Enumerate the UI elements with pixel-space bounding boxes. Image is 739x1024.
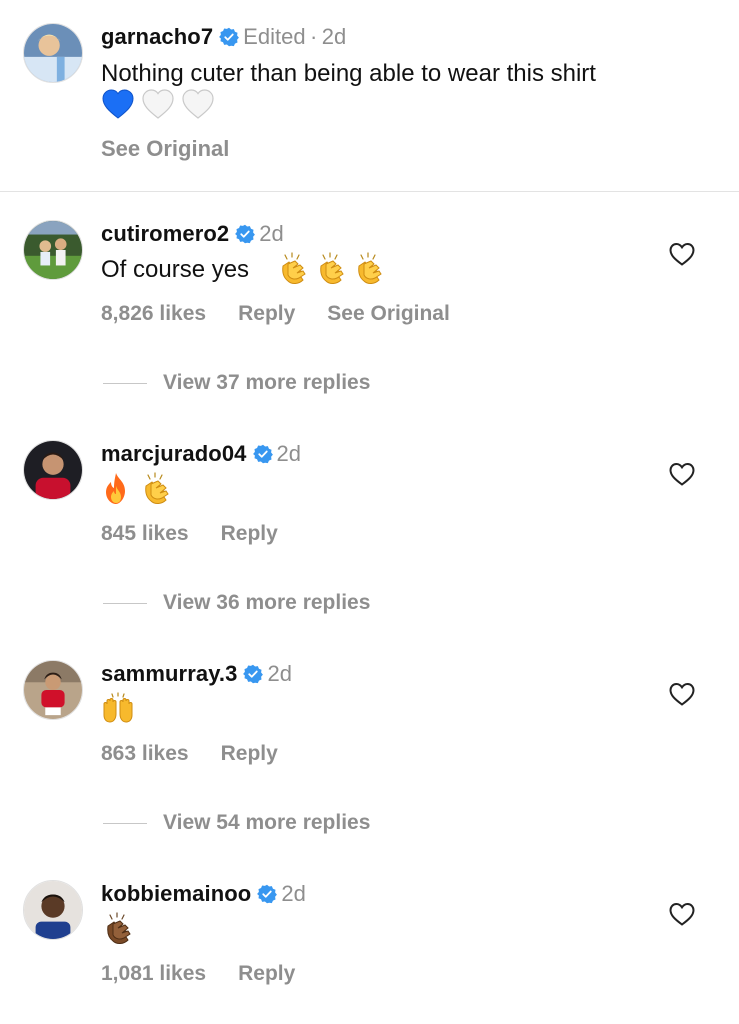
- comment-header: marcjurado04 2d: [101, 441, 301, 467]
- clapping-hands-dark-icon: [101, 912, 135, 946]
- post-caption: garnacho7 Edited · 2d Nothing cuter than …: [0, 0, 739, 192]
- likes-count[interactable]: 8,826 likes: [101, 302, 206, 326]
- separator: ·: [310, 24, 318, 49]
- reply-button[interactable]: Reply: [238, 302, 295, 326]
- comment-actions: 8,826 likes Reply See Original: [101, 302, 450, 326]
- white-heart-icon: [141, 88, 175, 120]
- see-original-button[interactable]: See Original: [327, 302, 450, 326]
- clapping-hands-icon: [314, 252, 348, 286]
- reply-button[interactable]: Reply: [221, 522, 278, 546]
- like-heart-icon[interactable]: [669, 682, 695, 706]
- comment-actions: 863 likes Reply: [101, 742, 278, 766]
- comment-emojis: [101, 472, 173, 506]
- view-replies-button[interactable]: View 36 more replies: [103, 591, 370, 615]
- username[interactable]: garnacho7: [101, 24, 213, 49]
- reply-button[interactable]: Reply: [221, 742, 278, 766]
- avatar-kobbiemainoo[interactable]: [23, 880, 83, 940]
- likes-count[interactable]: 863 likes: [101, 742, 189, 766]
- timestamp: 2d: [267, 661, 292, 686]
- view-replies-label: View 37 more replies: [163, 371, 371, 394]
- like-heart-icon[interactable]: [669, 462, 695, 486]
- timestamp: 2d: [321, 24, 347, 49]
- username[interactable]: kobbiemainoo: [101, 881, 251, 906]
- clapping-hands-icon: [352, 252, 386, 286]
- avatar-marcjurado04[interactable]: [23, 440, 83, 500]
- comment-text: Of course yes: [101, 256, 250, 283]
- verified-badge-icon: [219, 27, 239, 47]
- likes-count[interactable]: 1,081 likes: [101, 962, 206, 986]
- verified-badge-icon: [235, 224, 255, 244]
- view-replies-button[interactable]: View 54 more replies: [103, 811, 370, 835]
- view-replies-button[interactable]: View 37 more replies: [103, 371, 370, 395]
- white-heart-icon: [181, 88, 215, 120]
- divider-line: [103, 602, 147, 604]
- avatar-sammurray.3[interactable]: [23, 660, 83, 720]
- timestamp: 2d: [259, 221, 284, 246]
- comment-header: kobbiemainoo 2d: [101, 881, 306, 907]
- raising-hands-icon: [101, 692, 135, 726]
- blue-heart-icon: [101, 88, 135, 120]
- timestamp: 2d: [281, 881, 306, 906]
- view-replies-label: View 36 more replies: [163, 591, 371, 614]
- username[interactable]: marcjurado04: [101, 441, 247, 466]
- timestamp: 2d: [276, 441, 301, 466]
- see-original-button[interactable]: See Original: [101, 136, 229, 162]
- comment-actions: 845 likes Reply: [101, 522, 278, 546]
- verified-badge-icon: [243, 664, 263, 684]
- avatar-cutiromero2[interactable]: [23, 220, 83, 280]
- comment-emojis: [101, 692, 135, 726]
- caption-header: garnacho7 Edited · 2d: [101, 24, 346, 50]
- like-heart-icon[interactable]: [669, 902, 695, 926]
- verified-badge-icon: [253, 444, 273, 464]
- caption-text: Nothing cuter than being able to wear th…: [101, 60, 596, 87]
- caption-emojis: [101, 88, 215, 120]
- reply-button[interactable]: Reply: [238, 962, 295, 986]
- comment-actions: 1,081 likes Reply: [101, 962, 295, 986]
- verified-badge-icon: [257, 884, 277, 904]
- clapping-hands-icon: [276, 252, 310, 286]
- divider-line: [103, 382, 147, 384]
- divider-line: [103, 822, 147, 824]
- comment-header: cutiromero2 2d: [101, 221, 284, 247]
- clapping-hands-icon: [139, 472, 173, 506]
- likes-count[interactable]: 845 likes: [101, 522, 189, 546]
- view-replies-label: View 54 more replies: [163, 811, 371, 834]
- like-heart-icon[interactable]: [669, 242, 695, 266]
- comment-emojis: [276, 252, 386, 286]
- comment-emojis: [101, 912, 135, 946]
- username[interactable]: cutiromero2: [101, 221, 229, 246]
- fire-icon: [101, 472, 131, 506]
- comment-header: sammurray.3 2d: [101, 661, 292, 687]
- edited-label: Edited: [243, 24, 306, 49]
- username[interactable]: sammurray.3: [101, 661, 237, 686]
- avatar-garnacho7[interactable]: [23, 23, 83, 83]
